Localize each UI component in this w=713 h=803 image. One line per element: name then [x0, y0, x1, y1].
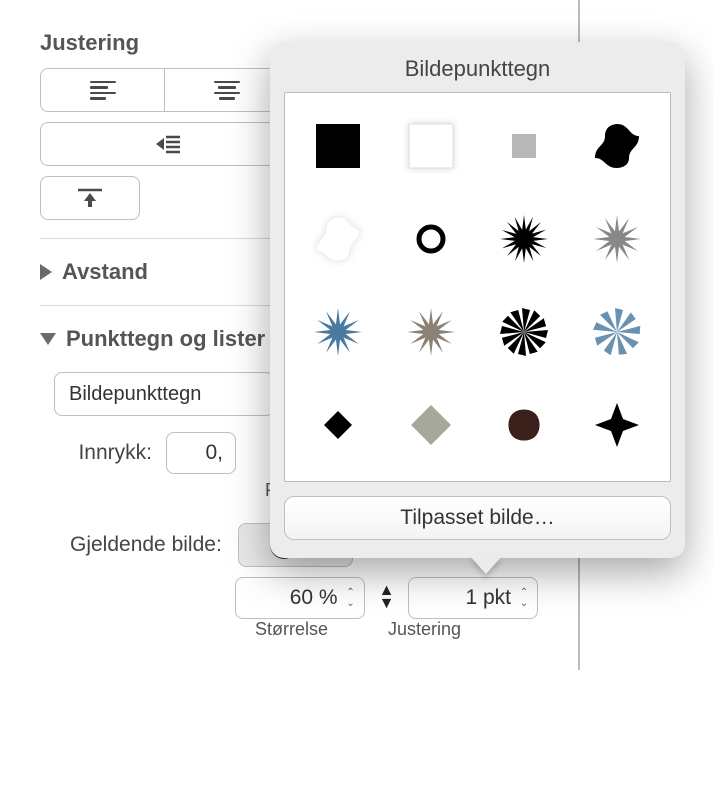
bullet-option-blue-pinwheel[interactable] — [571, 286, 664, 379]
bullet-option-white-square[interactable] — [384, 99, 477, 192]
chevron-down-icon — [40, 333, 56, 345]
size-value: 60 % — [242, 586, 344, 610]
indent-bullet-field[interactable]: 0, — [166, 432, 236, 474]
indent-bullet-value: 0, — [173, 441, 229, 465]
bullet-option-black-starburst[interactable] — [478, 192, 571, 285]
bullets-label: Punkttegn og lister — [66, 326, 265, 352]
align-center-icon — [214, 81, 240, 100]
indent-decrease-button[interactable] — [40, 122, 290, 166]
image-bullet-popover: Bildepunkttegn Tilpasset bilde… — [270, 42, 685, 558]
indent-decrease-icon — [148, 133, 182, 155]
bullet-option-black-square[interactable] — [291, 99, 384, 192]
align-offset-field[interactable]: 1 pkt ⌃⌄ — [408, 577, 538, 619]
popover-title: Bildepunkttegn — [284, 56, 671, 82]
indent-label: Innrykk: — [62, 441, 152, 465]
spacing-label: Avstand — [62, 259, 148, 285]
align-offset-value: 1 pkt — [415, 586, 517, 610]
bullet-option-circle-outline[interactable] — [384, 192, 477, 285]
align-col-label: Justering — [388, 619, 461, 640]
size-col-label: Størrelse — [255, 619, 328, 640]
popover-callout-arrow — [470, 556, 502, 574]
custom-image-label: Tilpasset bilde… — [400, 506, 554, 530]
custom-image-button[interactable]: Tilpasset bilde… — [284, 496, 671, 540]
bullet-option-black-pinwheel[interactable] — [478, 286, 571, 379]
vertical-adjust-icon: ▲▼ — [379, 585, 395, 611]
bullet-type-select[interactable]: Bildepunkttegn — [54, 372, 274, 416]
bullet-option-extra[interactable] — [291, 472, 384, 482]
align-left-icon — [90, 81, 116, 100]
bullet-option-gray-starburst[interactable] — [571, 192, 664, 285]
bullet-option-brown-diamond[interactable] — [478, 379, 571, 472]
bullet-option-black-quatrefoil[interactable] — [571, 99, 664, 192]
bullet-type-value: Bildepunkttegn — [69, 383, 201, 406]
align-offset-stepper[interactable]: ⌃⌄ — [517, 588, 531, 609]
vertical-align-top-button[interactable] — [40, 176, 140, 220]
bullet-option-taupe-starburst[interactable] — [384, 286, 477, 379]
bullet-option-white-quatrefoil[interactable] — [291, 192, 384, 285]
size-field[interactable]: 60 % ⌃⌄ — [235, 577, 365, 619]
size-stepper[interactable]: ⌃⌄ — [344, 588, 358, 609]
bullet-option-black-diamond[interactable] — [291, 379, 384, 472]
bullet-option-black-4star[interactable] — [571, 379, 664, 472]
align-left-button[interactable] — [40, 68, 165, 112]
chevron-right-icon — [40, 264, 52, 280]
current-image-label: Gjeldende bilde: — [70, 533, 222, 557]
bullet-option-gray-square[interactable] — [478, 99, 571, 192]
vertical-align-top-icon — [76, 187, 104, 209]
bullet-option-scribble-diamond[interactable] — [384, 379, 477, 472]
bullet-grid — [291, 99, 664, 482]
bullet-option-blue-starburst[interactable] — [291, 286, 384, 379]
bullet-grid-scroll[interactable] — [284, 92, 671, 482]
